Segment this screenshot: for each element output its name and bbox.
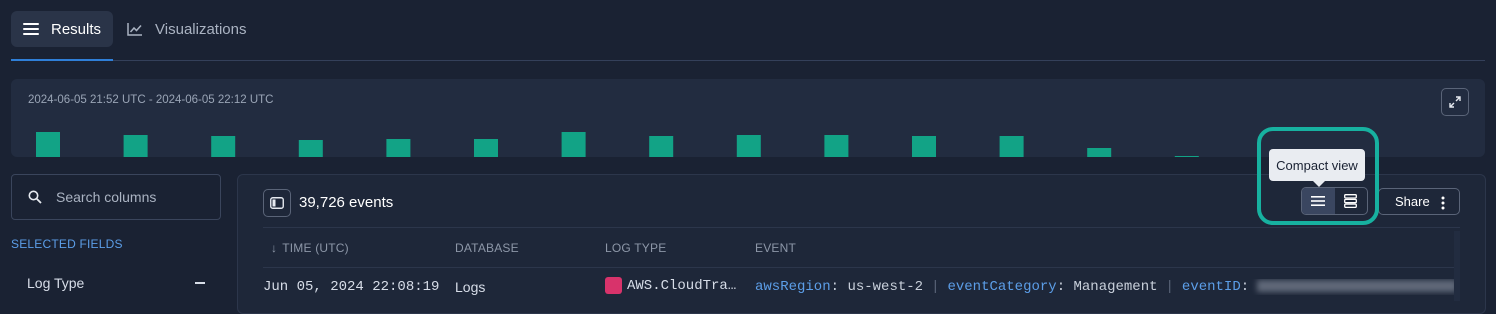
histogram-bar[interactable] [999,136,1024,157]
compact-view-button[interactable] [1302,188,1335,214]
share-button[interactable]: Share [1378,188,1460,215]
column-header-time-label: TIME (UTC) [282,241,349,255]
histogram-bar[interactable] [298,140,323,157]
share-label: Share [1395,194,1430,209]
histogram-bar[interactable] [36,132,60,157]
sort-descending-icon: ↓ [271,241,278,255]
selected-fields-heading: SELECTED FIELDS [11,237,123,251]
event-value: us-west-2 [847,279,924,295]
histogram-bar[interactable] [1174,156,1199,157]
line-chart-icon [127,23,143,36]
search-columns-box [11,174,221,220]
tab-visualizations[interactable]: Visualizations [115,11,258,47]
header-divider [263,267,1460,268]
fields-sidebar: SELECTED FIELDS Log Type [11,174,221,291]
event-separator: | [931,279,940,295]
compact-view-tooltip: Compact view [1269,149,1365,187]
hamburger-icon [23,23,39,35]
remove-field-icon[interactable] [195,282,205,284]
column-header-event[interactable]: EVENT [755,241,796,255]
histogram-bar[interactable] [649,136,674,157]
event-histogram: 2024-06-05 21:52 UTC - 2024-06-05 22:12 … [11,79,1485,157]
tab-visualizations-label: Visualizations [155,20,247,38]
expanded-view-icon [1344,194,1358,208]
event-value: Management [1073,279,1158,295]
more-options-icon[interactable] [1441,196,1445,210]
row-event-cell[interactable]: awsRegion: us-west-2 | eventCategory: Mana… [755,279,1455,295]
horizontal-scrollbar[interactable] [1454,231,1460,301]
toggle-sidebar-button[interactable] [263,189,291,217]
histogram-bars [36,132,1199,157]
redacted-value [1257,280,1455,293]
tabs-divider [11,60,1485,61]
histogram-bar[interactable] [123,135,148,157]
view-tabs: Results Visualizations [11,11,258,47]
search-columns-input[interactable] [54,188,208,206]
row-log-type-label: AWS.CloudTra… [627,278,737,295]
column-header-database[interactable]: DATABASE [455,241,519,255]
row-database-cell[interactable]: Logs [455,279,485,295]
active-tab-indicator [11,59,113,61]
event-key: eventID [1181,279,1241,295]
event-separator: | [1165,279,1174,295]
histogram-bar[interactable] [474,139,498,157]
tab-results[interactable]: Results [11,11,114,47]
histogram-bar[interactable] [211,136,236,157]
row-log-type-cell[interactable]: AWS.CloudTra… [605,277,736,294]
view-mode-toggle [1301,187,1368,215]
expanded-view-button[interactable] [1335,188,1368,214]
histogram-bar[interactable] [1087,148,1112,157]
column-header-time[interactable]: ↓ TIME (UTC) [271,241,349,255]
column-header-log-type[interactable]: LOG TYPE [605,241,666,255]
tab-results-label: Results [51,20,102,38]
selected-field-label: Log Type [27,275,85,291]
histogram-bar[interactable] [736,135,761,157]
histogram-bar[interactable] [912,136,936,157]
sidebar-panel-icon [270,197,284,209]
selected-field-item: Log Type [27,275,205,291]
histogram-bar[interactable] [386,139,411,157]
compact-view-icon [1311,196,1326,206]
event-key: eventCategory [947,279,1057,295]
results-panel: 39,726 events Share ↓ TIME (UTC) DATABASE… [237,174,1486,314]
toolbar-divider [263,227,1460,228]
histogram-bar[interactable] [561,132,586,157]
search-icon [28,190,42,204]
row-time-cell[interactable]: Jun 05, 2024 22:08:19 [263,279,439,295]
events-count: 39,726 events [299,194,394,211]
aws-cloudtrail-icon [605,277,622,294]
event-key: awsRegion [755,279,831,295]
histogram-bar[interactable] [824,135,849,157]
